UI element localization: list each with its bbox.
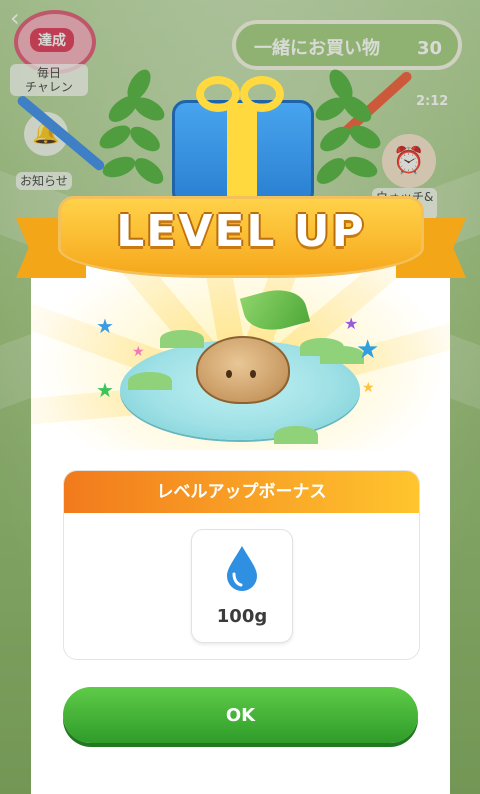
reward-item-card: 100g xyxy=(191,529,293,643)
reward-amount: 100g xyxy=(216,606,268,627)
level-up-title: LEVEL UP xyxy=(116,206,366,257)
seed-character-icon xyxy=(196,336,290,404)
star-icon: ★ xyxy=(96,378,114,402)
level-up-banner: LEVEL UP xyxy=(16,190,466,296)
star-icon: ★ xyxy=(344,314,359,333)
ok-button[interactable]: OK xyxy=(63,687,418,743)
star-icon: ★ xyxy=(132,344,145,360)
water-drop-icon xyxy=(227,546,257,591)
grass-tuft xyxy=(160,330,204,348)
star-icon: ★ xyxy=(362,380,375,396)
level-up-bonus-panel: レベルアップボーナス 100g xyxy=(63,470,420,660)
bonus-header: レベルアップボーナス xyxy=(64,471,419,513)
grass-tuft xyxy=(128,372,172,390)
gift-bow-icon xyxy=(192,72,288,120)
grass-tuft xyxy=(274,426,318,444)
star-icon: ★ xyxy=(96,314,114,338)
star-icon: ★ xyxy=(356,335,380,365)
